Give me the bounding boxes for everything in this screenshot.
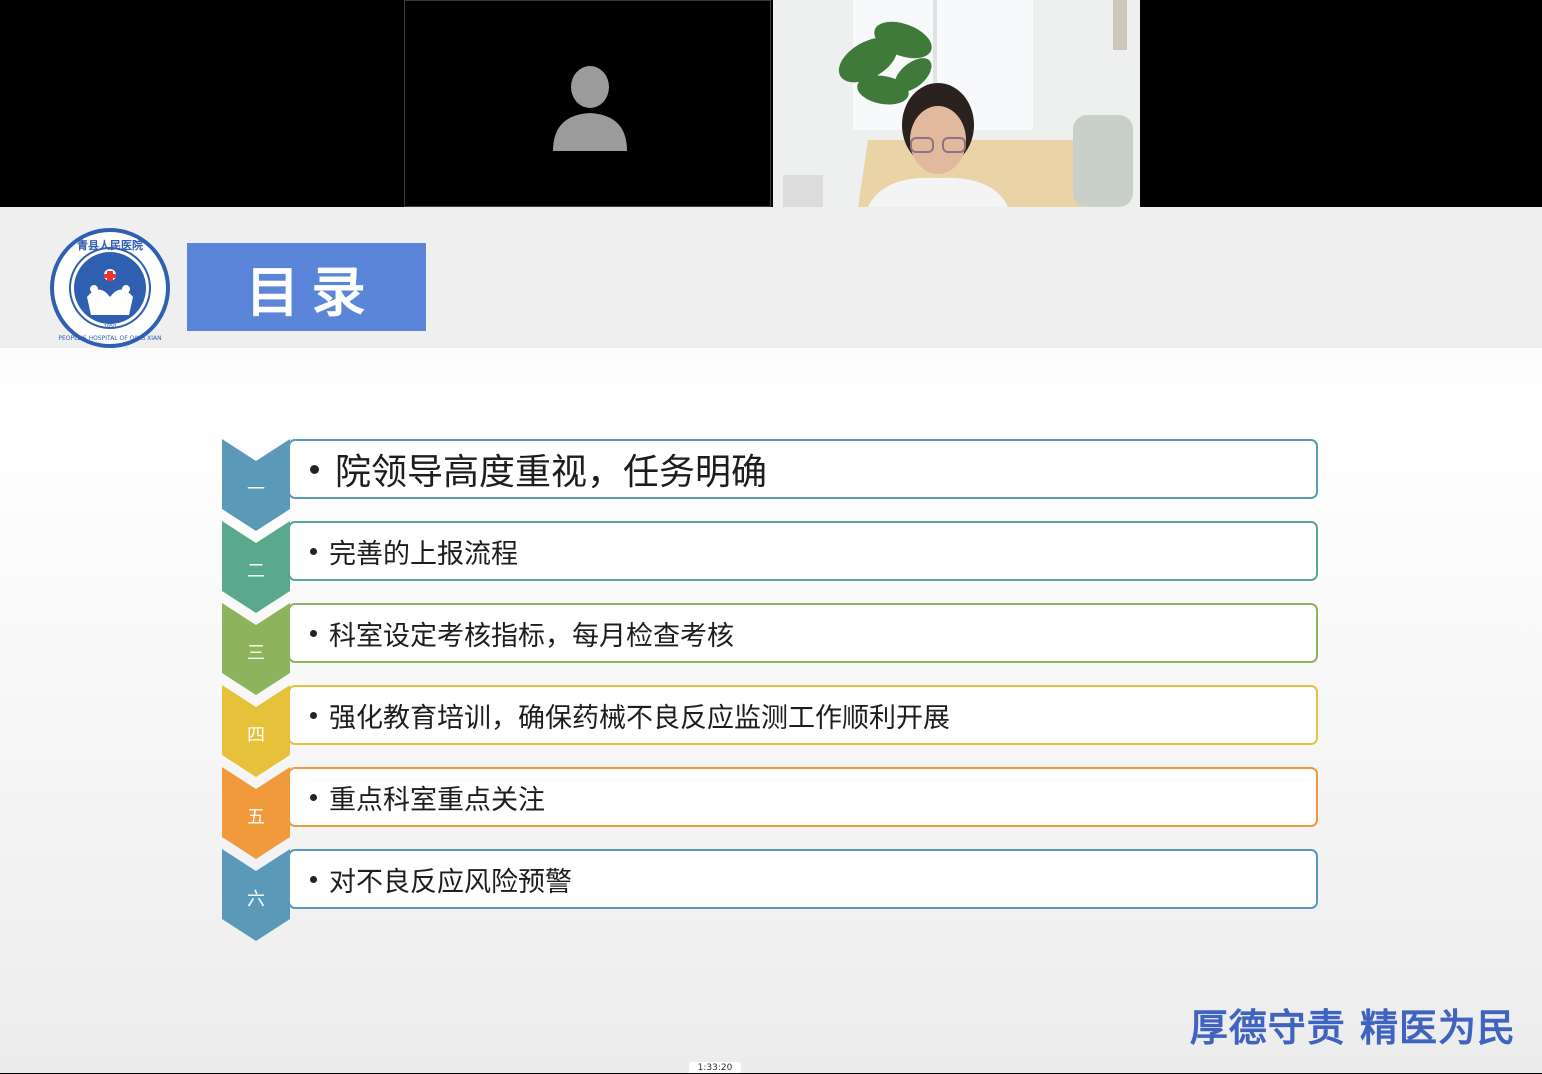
agenda-item-text: 科室设定考核指标，每月检查考核 — [329, 620, 734, 652]
agenda-item: 六 对不良反应风险预警 — [222, 849, 1322, 941]
agenda-item: 一 院领导高度重视，任务明确 — [222, 439, 1322, 531]
agenda-index: 二 — [247, 561, 265, 582]
agenda-index: 一 — [247, 479, 265, 500]
agenda-item-text: 完善的上报流程 — [329, 538, 518, 570]
agenda-list: 一 院领导高度重视，任务明确二 完善的上报流程三 科室设定考核指标，每月检查考核四 强化… — [222, 439, 1322, 959]
bullet-icon — [310, 875, 317, 883]
agenda-index: 三 — [247, 643, 265, 664]
video-strip — [0, 0, 1542, 207]
agenda-item-box: 完善的上报流程 — [288, 521, 1318, 581]
participant-tile-presenter[interactable] — [773, 0, 1140, 207]
agenda-item: 四 强化教育培训，确保药械不良反应监测工作顺利开展 — [222, 685, 1322, 777]
bullet-icon — [310, 464, 319, 474]
agenda-item: 三 科室设定考核指标，每月检查考核 — [222, 603, 1322, 695]
agenda-index: 五 — [247, 807, 265, 828]
participant-tile-camera-off[interactable] — [404, 0, 771, 207]
agenda-item-box: 院领导高度重视，任务明确 — [288, 439, 1318, 499]
agenda-index: 四 — [247, 725, 265, 746]
logo-year: 1950 — [104, 324, 117, 330]
bullet-icon — [310, 793, 317, 801]
slide-slogan: 厚德守责 精医为民 — [1189, 1006, 1516, 1050]
slide-title: 目录 — [245, 260, 378, 324]
agenda-index: 六 — [247, 889, 265, 910]
playback-timestamp: 1:33:20 — [689, 1062, 741, 1073]
bullet-icon — [310, 629, 317, 637]
agenda-item: 二 完善的上报流程 — [222, 521, 1322, 613]
agenda-item-text: 对不良反应风险预警 — [329, 866, 572, 898]
user-avatar-icon — [553, 66, 627, 151]
hospital-logo-icon: 青县人民医院 PEOPLE'S HOSPITAL OF QING XIAN 19… — [50, 228, 170, 348]
agenda-item: 五 重点科室重点关注 — [222, 767, 1322, 859]
logo-text-bottom: PEOPLE'S HOSPITAL OF QING XIAN — [58, 335, 161, 342]
agenda-item-box: 对不良反应风险预警 — [288, 849, 1318, 909]
agenda-item-box: 科室设定考核指标，每月检查考核 — [288, 603, 1318, 663]
agenda-item-box: 强化教育培训，确保药械不良反应监测工作顺利开展 — [288, 685, 1318, 745]
agenda-item-box: 重点科室重点关注 — [288, 767, 1318, 827]
bullet-icon — [310, 711, 317, 719]
presentation-slide: 青县人民医院 PEOPLE'S HOSPITAL OF QING XIAN 19… — [0, 207, 1542, 1073]
agenda-item-text: 院领导高度重视，任务明确 — [335, 452, 768, 493]
bullet-icon — [310, 547, 317, 555]
agenda-item-text: 强化教育培训，确保药械不良反应监测工作顺利开展 — [329, 702, 950, 734]
presenter-video-frame — [773, 0, 1140, 207]
agenda-item-text: 重点科室重点关注 — [329, 784, 545, 816]
logo-text-top: 青县人民医院 — [77, 238, 143, 252]
slide-title-box: 目录 — [187, 243, 426, 331]
